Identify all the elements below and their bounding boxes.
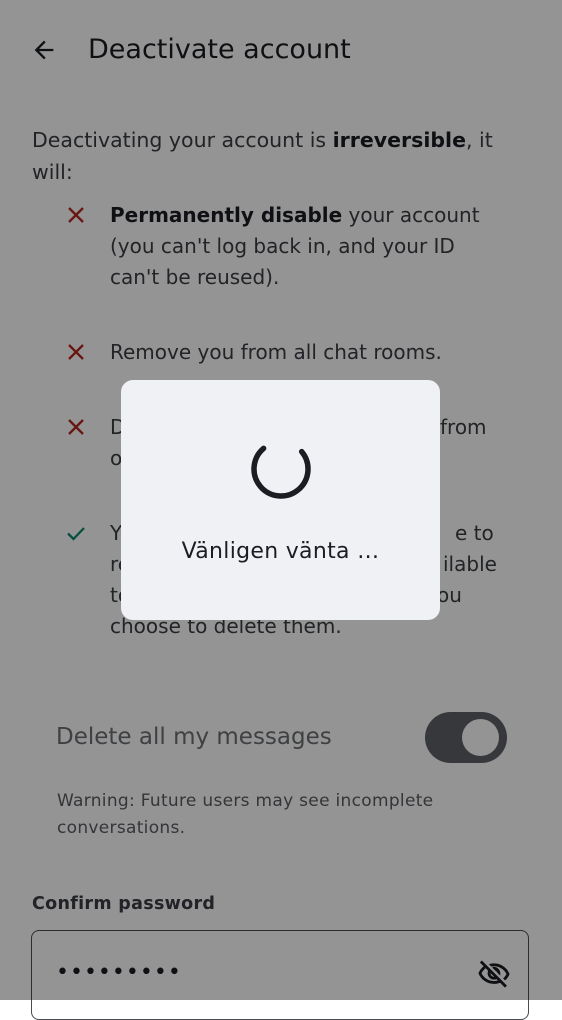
loading-spinner-icon — [251, 439, 311, 499]
progress-dialog: Vänligen vänta … — [121, 380, 440, 620]
dialog-message: Vänligen vänta … — [181, 539, 380, 564]
